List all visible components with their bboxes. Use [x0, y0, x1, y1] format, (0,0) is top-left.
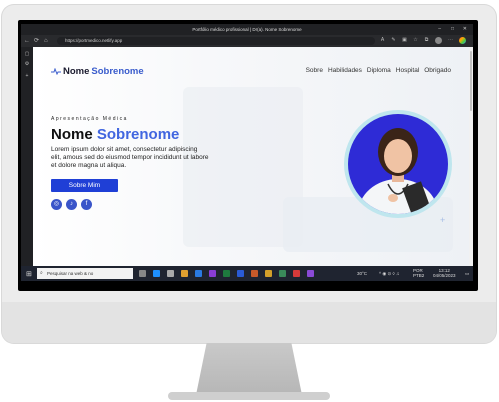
taskbar-search-text: Pesquisar na web & no	[47, 271, 94, 276]
browser-sidebar: ▢ ⚙ +	[21, 47, 33, 266]
notification-icon[interactable]: ▭	[465, 269, 469, 278]
excel-icon[interactable]	[223, 270, 230, 277]
heartbeat-icon	[51, 67, 61, 75]
app-icon-6[interactable]	[307, 270, 314, 277]
nav-item-sobre[interactable]: Sobre	[306, 67, 323, 74]
read-icon[interactable]: A	[379, 37, 386, 44]
tray-icons[interactable]: ^ ◉ ⊙ ◊ ♫	[379, 269, 399, 278]
hero-paragraph: Lorem ipsum dolor sit amet, consectetur …	[51, 146, 209, 170]
download-icon[interactable]: ▣	[401, 37, 408, 44]
language-indicator[interactable]: POR PTB2	[413, 268, 425, 278]
search-icon: ⌕	[40, 270, 43, 276]
monitor-chin	[2, 302, 496, 343]
site-nav: Sobre Habilidades Diploma Hospital Obrig…	[306, 67, 451, 74]
app-icon-4[interactable]	[279, 270, 286, 277]
doctor-avatar	[348, 114, 448, 214]
copilot-icon[interactable]	[459, 37, 466, 44]
logo-last-name: Sobrenome	[91, 65, 144, 77]
profile-avatar-icon[interactable]	[435, 37, 442, 44]
more-icon[interactable]: ⋯	[447, 37, 454, 44]
home-icon[interactable]: ⌂	[44, 37, 48, 45]
word-icon[interactable]	[237, 270, 244, 277]
nav-item-habilidades[interactable]: Habilidades	[328, 67, 362, 74]
app-icon-2[interactable]	[251, 270, 258, 277]
windows-start-icon[interactable]: ⊞	[26, 270, 32, 278]
nav-item-diploma[interactable]: Diploma	[367, 67, 391, 74]
monitor-base	[168, 392, 330, 400]
maximize-icon[interactable]: □	[451, 26, 454, 32]
address-bar[interactable]: https://portmedico.netlify.app	[57, 37, 375, 45]
minimize-icon[interactable]: –	[438, 26, 441, 32]
heading-last-name: Sobrenome	[96, 126, 180, 143]
nav-item-obrigado[interactable]: Obrigado	[424, 67, 451, 74]
browser-title-bar: Portfólio médico profissional | Dr(a). N…	[21, 24, 473, 35]
taskbar-search[interactable]: ⌕ Pesquisar na web & no	[37, 268, 133, 279]
decor-plus-icon: +	[440, 215, 446, 225]
web-page: Nome Sobrenome Sobre Habilidades Diploma…	[33, 47, 469, 266]
back-icon[interactable]: ←	[24, 37, 30, 45]
page-scrollbar[interactable]	[469, 47, 473, 266]
clock-date: 04/05/2023	[433, 272, 456, 278]
windows-taskbar: ⊞ ⌕ Pesquisar na web & no 30°C ^ ◉ ⊙ ◊ ♫…	[21, 266, 473, 281]
monitor-stand	[196, 343, 302, 395]
browser-toolbar: ← ⟳ ⌂ https://portmedico.netlify.app A ✎…	[21, 35, 473, 47]
language-line-2: PTB2	[413, 272, 425, 278]
doctor-portrait	[358, 128, 438, 214]
app-icon-5[interactable]	[293, 270, 300, 277]
tiktok-icon[interactable]: ♪	[66, 199, 77, 210]
app-icon-3[interactable]	[265, 270, 272, 277]
site-logo[interactable]: Nome Sobrenome	[51, 65, 144, 77]
window-title: Portfólio médico profissional | Dr(a). N…	[192, 27, 302, 32]
settings-icon[interactable]: ⚙	[24, 61, 30, 67]
clock[interactable]: 13:12 04/05/2023	[433, 268, 456, 278]
collections-icon[interactable]: ⧉	[423, 37, 430, 44]
extension-icon[interactable]: ✎	[390, 37, 397, 44]
app-icon-1[interactable]	[209, 270, 216, 277]
tabs-icon[interactable]: ▢	[24, 51, 30, 57]
file-explorer-icon[interactable]	[181, 270, 188, 277]
about-me-button[interactable]: Sobre Mim	[51, 179, 118, 192]
weather-text[interactable]: 30°C	[357, 269, 367, 278]
nav-item-hospital[interactable]: Hospital	[396, 67, 419, 74]
vscode-icon[interactable]	[195, 270, 202, 277]
hero-kicker: Apresentação Médica	[51, 116, 128, 122]
screen: Portfólio médico profissional | Dr(a). N…	[21, 24, 473, 281]
favorites-icon[interactable]: ☆	[412, 37, 419, 44]
close-icon[interactable]: ✕	[463, 26, 467, 32]
scrollbar-thumb[interactable]	[470, 51, 472, 111]
logo-first-name: Nome	[63, 65, 90, 77]
refresh-icon[interactable]: ⟳	[34, 37, 39, 45]
add-icon[interactable]: +	[24, 73, 30, 79]
facebook-icon[interactable]: f	[81, 199, 92, 210]
edge-icon[interactable]	[153, 270, 160, 277]
task-view-icon[interactable]	[139, 270, 146, 277]
widgets-icon[interactable]	[167, 270, 174, 277]
instagram-icon[interactable]: ◎	[51, 199, 62, 210]
heading-first-name: Nome	[51, 126, 93, 143]
hero-heading: Nome Sobrenome	[51, 126, 179, 143]
